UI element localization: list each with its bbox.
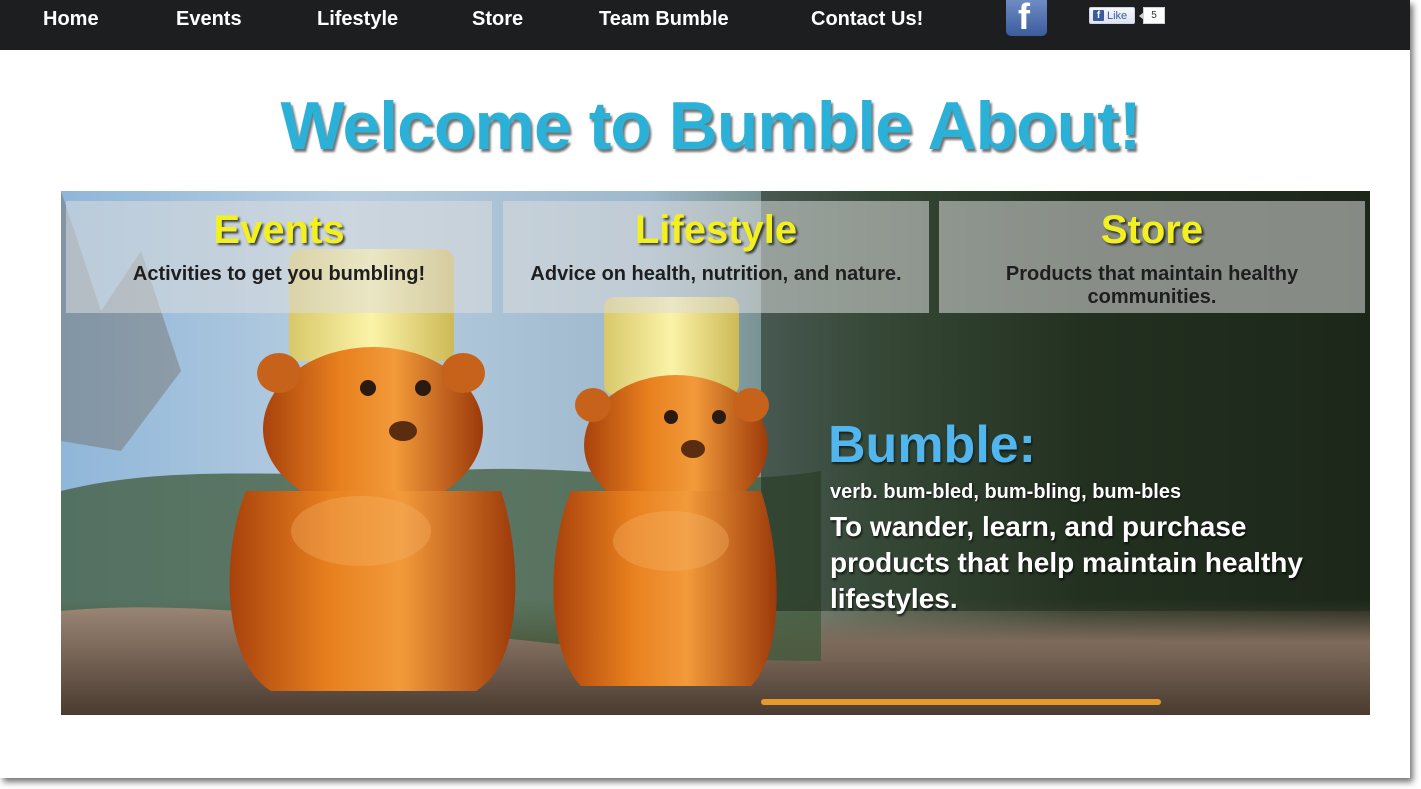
nav-team-bumble[interactable]: Team Bumble — [599, 6, 729, 32]
panel-store-description: Products that maintain healthy communiti… — [1005, 263, 1299, 308]
nav-home[interactable]: Home — [43, 6, 99, 32]
facebook-icon[interactable]: f — [1006, 0, 1047, 37]
like-label: Like — [1107, 10, 1128, 22]
panel-lifestyle[interactable]: Lifestyle Advice on health, nutrition, a… — [503, 201, 929, 313]
definition-word: Bumble: — [828, 416, 1036, 474]
like-count: 5 — [1139, 7, 1165, 24]
nav-contact-us[interactable]: Contact Us! — [811, 6, 923, 32]
top-navbar: Home Events Lifestyle Store Team Bumble … — [0, 0, 1410, 50]
panel-events-title: Events — [213, 208, 345, 252]
panel-store[interactable]: Store Products that maintain healthy com… — [939, 201, 1365, 313]
nav-lifestyle[interactable]: Lifestyle — [317, 6, 398, 32]
definition-pronunciation: verb. bum-bled, bum-bling, bum-bles — [830, 481, 1182, 503]
panel-lifestyle-description: Advice on health, nutrition, and nature. — [530, 263, 902, 285]
page-title: Welcome to Bumble About! — [280, 88, 1142, 164]
definition-meaning: To wander, learn, and purchase products … — [830, 511, 1303, 614]
nav-store[interactable]: Store — [472, 6, 523, 32]
panel-store-title: Store — [1100, 208, 1204, 252]
panel-events-description: Activities to get you bumbling! — [132, 263, 426, 285]
facebook-like-button[interactable]: f Like — [1089, 7, 1135, 24]
nav-events[interactable]: Events — [176, 6, 242, 32]
facebook-small-icon: f — [1093, 10, 1104, 21]
panel-events[interactable]: Events Activities to get you bumbling! — [66, 201, 492, 313]
panel-lifestyle-title: Lifestyle — [634, 208, 798, 252]
hero-banner: Events Activities to get you bumbling! L… — [61, 191, 1370, 715]
